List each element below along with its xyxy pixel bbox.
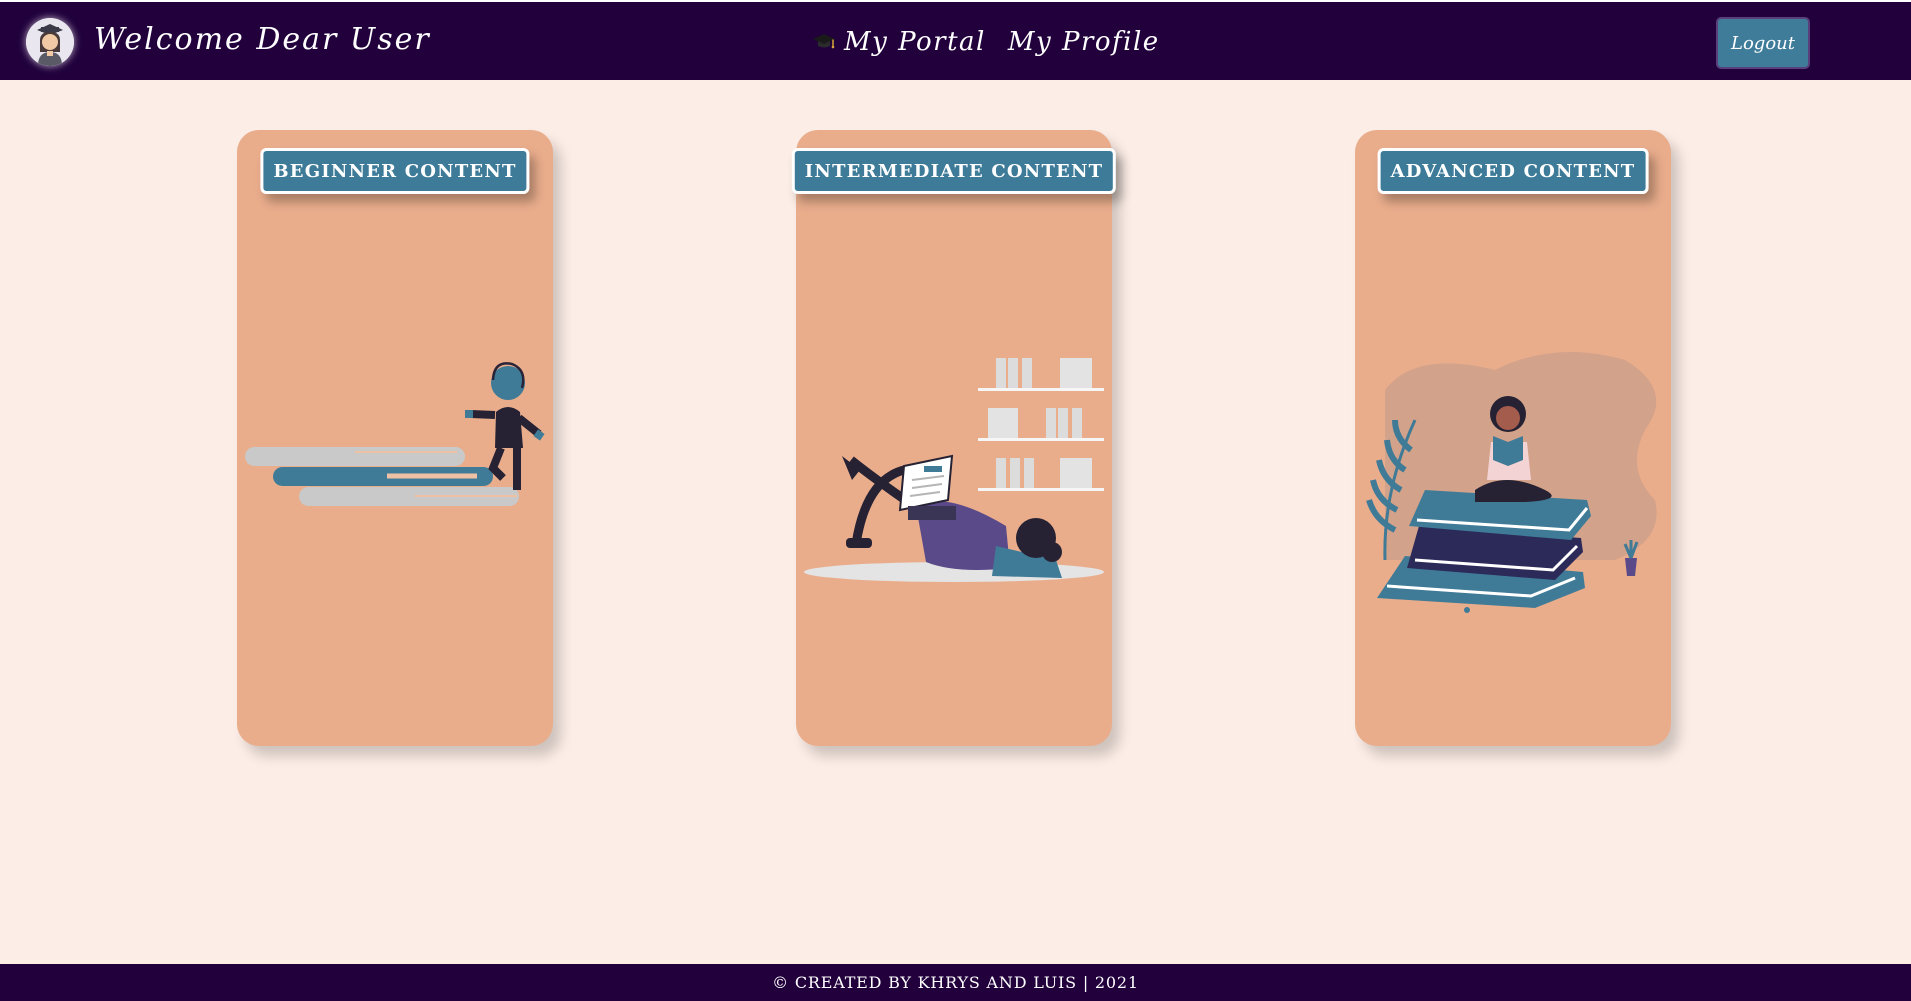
graduation-cap-icon	[812, 30, 836, 54]
books-reader-illustration	[1366, 352, 1657, 613]
nav-my-portal-label: My Portal	[844, 27, 986, 57]
intermediate-content-button[interactable]: INTERMEDIATE CONTENT	[791, 148, 1117, 194]
nav-my-profile-label: My Profile	[1007, 27, 1160, 57]
beginner-card: BEGINNER CONTENT	[237, 130, 553, 746]
nav-my-portal[interactable]: My Portal	[812, 27, 986, 57]
footer: © CREATED BY KHRYS AND LUIS | 2021	[0, 964, 1911, 1001]
user-avatar	[26, 18, 74, 66]
laptop-reader-illustration	[804, 358, 1104, 582]
advanced-card: ADVANCED CONTENT	[1355, 130, 1671, 746]
main-nav: My Portal My Profile	[812, 22, 1160, 62]
welcome-title: Welcome Dear User	[94, 22, 431, 57]
intermediate-card: INTERMEDIATE CONTENT	[791, 130, 1117, 746]
stairs-climber-illustration	[245, 362, 545, 506]
beginner-content-button[interactable]: BEGINNER CONTENT	[260, 148, 530, 194]
advanced-content-button[interactable]: ADVANCED CONTENT	[1377, 148, 1649, 194]
logout-button[interactable]: Logout	[1716, 17, 1810, 69]
footer-credits: © CREATED BY KHRYS AND LUIS | 2021	[772, 973, 1139, 992]
top-navbar: Welcome Dear User My Portal My Profile L…	[0, 0, 1911, 80]
nav-my-profile[interactable]: My Profile	[1008, 27, 1160, 57]
